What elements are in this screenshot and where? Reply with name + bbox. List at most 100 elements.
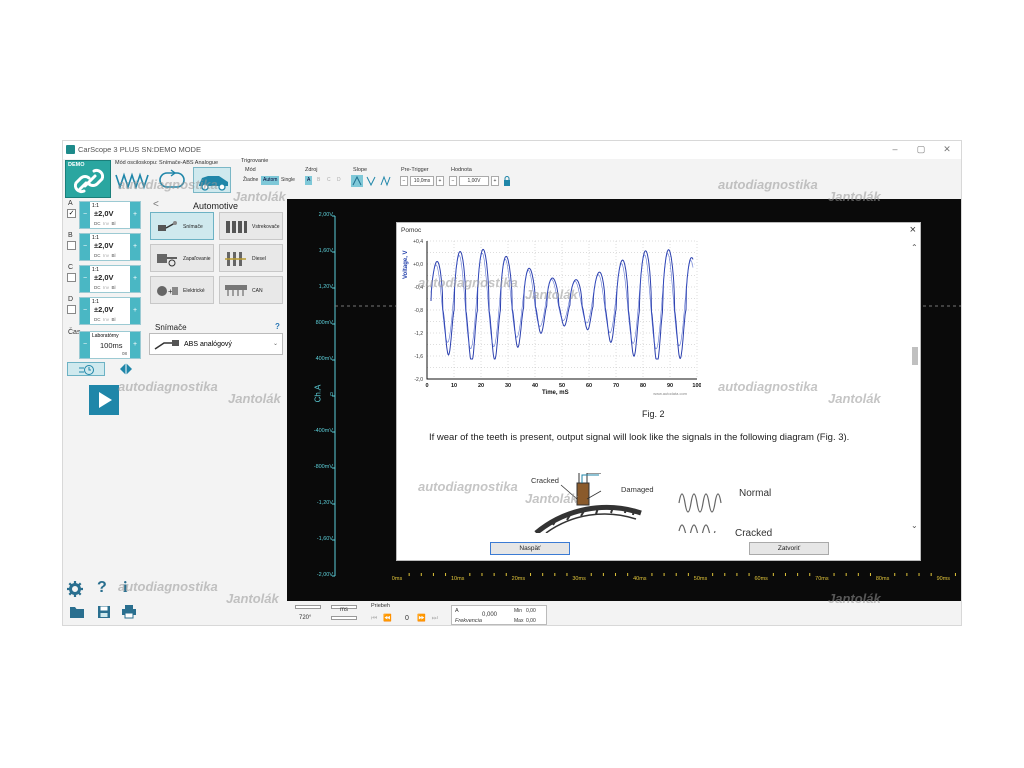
dialog-back-button[interactable]: Naspäť [490,542,570,555]
sensor-diesel[interactable]: Diesel [219,244,283,272]
diagram-label-cracked-2: Cracked [735,528,773,538]
y-tick-label: -800mV [313,464,333,470]
demo-link-button[interactable]: DEMO [65,160,111,198]
min-label: Min [514,608,523,614]
value-value[interactable]: 1,00V [459,176,489,186]
graph-y-tick: -0,4 [414,285,423,291]
source-d[interactable]: D [335,176,343,185]
clock-icon [79,365,94,375]
graph-x-tick: 60 [586,383,592,389]
tone-ring-diagram [534,473,722,533]
slope-icons[interactable] [351,175,395,187]
y-tick-label: 1,60V [318,248,333,254]
channel-control: − 1:1 ±2,0V DC Inv Bl + [79,201,141,229]
range-minus[interactable]: − [80,234,90,260]
cycle-icon [159,169,185,188]
channel-checkbox[interactable]: ✓ [67,209,76,218]
range-minus[interactable]: − [80,202,90,228]
source-c[interactable]: C [325,176,333,185]
source-a[interactable]: A [305,176,313,185]
electric-icon: + [157,286,178,296]
oscilloscope-display[interactable]: Ch.A 2,00V 1,60V 1,20V 800mV 400mV 0 -400mV -80… [287,199,961,601]
dialog-title: Pomoc [401,227,422,234]
trigger-mode-single[interactable]: Single [279,176,297,185]
play-button[interactable] [89,385,119,415]
print-icon[interactable] [121,605,137,619]
car-mode-button[interactable] [193,167,231,193]
y-tick-label: -400mV [313,428,333,434]
sensor-type-select[interactable]: ABS analógový ⌄ [149,333,283,355]
sensor-snimace[interactable]: Snímače [150,212,214,240]
waveform-mode-button[interactable] [113,167,151,193]
x-tick-label: 10ms [450,576,465,582]
trigger-mode-auto[interactable]: Autom [261,176,280,185]
range-minus[interactable]: − [80,298,90,324]
trigger-mode-none[interactable]: Žiadne [241,176,260,185]
time-minus[interactable]: − [80,332,90,358]
range-plus[interactable]: + [130,298,140,324]
time-value: 100ms [100,341,123,350]
channel-range: ±2,0V [94,273,114,282]
back-arrow[interactable]: < [153,199,159,210]
playback-controls[interactable]: ⏮ ⏪ [371,614,394,623]
degree-slider[interactable] [295,605,321,609]
cycle-mode-button[interactable] [153,167,191,193]
meas-value: 0,000 [482,612,498,618]
channel-checkbox[interactable] [67,305,76,314]
range-plus[interactable]: + [130,266,140,292]
help-question-icon[interactable]: ? [275,322,280,331]
sensor-can[interactable]: CAN [219,276,283,304]
dialog-scrollbar[interactable]: ⌃ ⌄ [910,241,920,537]
gear-icon[interactable] [67,581,83,597]
channel-checkbox[interactable] [67,273,76,282]
diamond-icon[interactable] [119,362,133,376]
x-tick-label: 40ms [633,576,647,582]
diagram-label-normal: Normal [739,488,772,499]
value-minus[interactable]: − [449,176,457,186]
scroll-up-icon[interactable]: ⌃ [911,243,918,252]
source-b[interactable]: B [315,176,322,185]
figure-caption: Fig. 2 [642,409,665,419]
scroll-thumb[interactable] [912,347,918,365]
channel-checkbox[interactable] [67,241,76,250]
section-title: Snímače [155,323,187,332]
playback-controls-forward[interactable]: ⏩ ⏭ [417,614,440,623]
channel-c: C − 1:1 ±2,0V DC Inv Bl + [65,264,143,293]
lock-icon[interactable] [503,176,511,186]
info-icon[interactable]: i [123,579,127,597]
dialog-close-icon[interactable]: × [910,224,916,236]
pretrigger-value[interactable]: 10,0ms [410,176,434,186]
time-plus[interactable]: + [130,332,140,358]
maximize-icon[interactable]: ▢ [911,144,931,155]
folder-icon[interactable] [69,605,85,619]
mode-caption: Mód osciloskopu: Snímače-ABS Analogue [115,160,219,166]
range-minus[interactable]: − [80,266,90,292]
y-tick-label: -1,20V [316,500,333,506]
trigger-caption: Trigrovanie [241,158,269,164]
sensor-zapalovanie[interactable]: Zapaľovanie [150,244,214,272]
pretrigger-plus[interactable]: + [436,176,444,186]
graph-y-tick: -1,6 [414,354,423,360]
close-icon[interactable]: ✕ [937,144,957,155]
save-icon[interactable] [97,605,111,619]
time-mode-button[interactable] [67,362,105,376]
range-plus[interactable]: + [130,202,140,228]
minimize-icon[interactable]: – [885,144,905,154]
help-icon[interactable]: ? [97,579,107,597]
range-plus[interactable]: + [130,234,140,260]
x-tick-label: 80ms [875,576,890,582]
graph-x-tick: 20 [478,383,484,389]
sensor-vstrekovace[interactable]: Vstrekovače [219,212,283,240]
sensor-elektricke[interactable]: + Elektrické [150,276,214,304]
pretrigger-label: Pre-Trigger [401,167,429,173]
car-icon [199,176,228,191]
graph-y-tick: -0,8 [414,308,423,314]
scroll-down-icon[interactable]: ⌄ [911,521,918,530]
pretrigger-minus[interactable]: − [400,176,408,186]
value-label: Hodnota [451,167,472,173]
dialog-close-button[interactable]: Zatvoriť [749,542,829,555]
time-sub: 08 [122,351,128,356]
value-plus[interactable]: + [491,176,499,186]
unit-slider-2[interactable] [331,616,357,620]
source-label: Zdroj [305,167,318,173]
